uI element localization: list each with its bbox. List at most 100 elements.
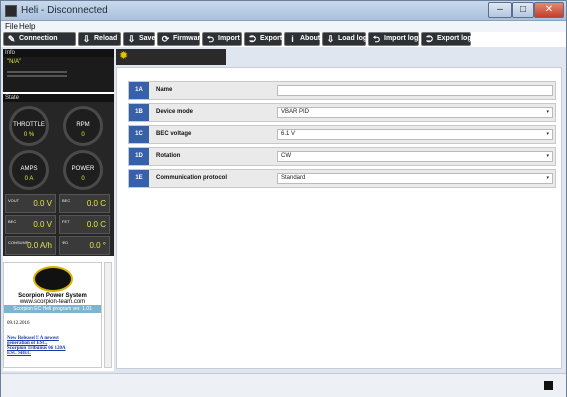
- import-label: Import: [218, 35, 240, 42]
- export-log-icon: ⮊: [426, 34, 433, 44]
- main-panel: ✹ 1A Name 1B Device mode VBAR PID ▾ 1C BE…: [116, 49, 562, 371]
- menu-help[interactable]: Help: [19, 21, 35, 32]
- import-log-button[interactable]: ⮌ Import log: [368, 32, 419, 46]
- param-row: 1C BEC voltage 6.1 V ▾: [128, 125, 556, 144]
- about-icon: i: [291, 34, 294, 44]
- toolbar: ✎ Connection ⇩ Reload ⇩ Save ⟳ Firmware ⮌ Imp…: [1, 32, 566, 47]
- advertisement-panel: Scorpion Power System www.scorpion-team.…: [3, 262, 102, 368]
- cell-key: BEC: [62, 198, 71, 203]
- close-button[interactable]: ✕: [534, 2, 564, 18]
- throttle-gauge: THROTTLE 0 %: [9, 106, 49, 146]
- cell-key: ΦD: [62, 240, 69, 245]
- param-row: 1D Rotation CW ▾: [128, 147, 556, 166]
- left-panel: Info "N/A" State THROTTLE 0 % RPM 0 AMPS 0 …: [3, 49, 114, 371]
- minimize-button[interactable]: –: [488, 2, 512, 18]
- param-id: 1B: [129, 104, 149, 121]
- bec-voltage-select[interactable]: 6.1 V ▾: [277, 129, 553, 140]
- gauge-value: 0 %: [23, 132, 35, 138]
- consumption-cell: CONSUMP 0.0 A/h: [5, 236, 56, 255]
- save-icon: ⇩: [127, 34, 136, 44]
- chevron-down-icon: ▾: [546, 175, 549, 181]
- chevron-down-icon: ▾: [546, 109, 549, 115]
- cell-key: FET: [62, 219, 70, 224]
- select-value: CW: [281, 153, 291, 159]
- info-line: [7, 71, 67, 73]
- about-label: About: [300, 35, 321, 42]
- fet-temp-cell: FET 0.0 C: [59, 215, 110, 234]
- export-log-button[interactable]: ⮊ Export log: [421, 32, 472, 46]
- parameters-panel: 1A Name 1B Device mode VBAR PID ▾ 1C BEC …: [116, 67, 562, 369]
- connection-status-indicator: [544, 381, 553, 390]
- news-date: 09.12.2016: [7, 321, 30, 326]
- chevron-down-icon: ▾: [546, 131, 549, 137]
- load-log-label: Load log: [338, 35, 368, 42]
- param-label: BEC voltage: [156, 131, 192, 137]
- scorpion-logo: [32, 266, 73, 292]
- load-log-button[interactable]: ⇩ Load log: [322, 32, 368, 46]
- reload-icon: ⇩: [82, 34, 91, 44]
- rpm-gauge: RPM 0: [63, 106, 103, 146]
- cell-key: VOUT: [8, 198, 20, 203]
- cell-value: 0.0 C: [86, 220, 106, 229]
- ad-scrollbar[interactable]: [104, 262, 112, 368]
- reload-button[interactable]: ⇩ Reload: [78, 32, 121, 46]
- connection-icon: ✎: [7, 34, 16, 44]
- export-log-label: Export log: [437, 35, 472, 42]
- state-heading: State: [3, 94, 114, 102]
- news-link[interactable]: New Release!!! A newest generation of ES…: [7, 336, 67, 356]
- export-label: Export: [260, 35, 283, 42]
- app-window: Heli - Disconnected – □ ✕ File Help ✎ Con…: [0, 0, 567, 397]
- power-gauge: POWER 0: [63, 150, 103, 190]
- cell-key: BEC: [8, 219, 17, 224]
- name-input[interactable]: [277, 85, 553, 96]
- select-value: 6.1 V: [281, 131, 296, 137]
- export-icon: ⮊: [249, 34, 256, 44]
- cell-value: 0.0 C: [86, 199, 106, 208]
- app-icon: [5, 5, 17, 17]
- gauge-value: 0: [81, 132, 85, 138]
- gauge-label: AMPS: [20, 166, 38, 172]
- connection-label: Connection: [19, 35, 58, 42]
- maximize-button[interactable]: □: [512, 2, 534, 18]
- gauge-value: 0 A: [24, 176, 34, 182]
- status-bar: [1, 373, 566, 397]
- import-button[interactable]: ⮌ Import: [202, 32, 242, 46]
- param-id: 1E: [129, 170, 149, 187]
- info-box: "N/A": [3, 57, 114, 94]
- program-version: Scorpion EC Heli program ver. 1.01: [4, 305, 101, 313]
- reload-label: Reload: [94, 35, 118, 42]
- device-mode-select[interactable]: VBAR PID ▾: [277, 107, 553, 118]
- load-log-icon: ⇩: [326, 34, 335, 44]
- cell-key: CONSUMP: [8, 240, 29, 245]
- connection-button[interactable]: ✎ Connection: [3, 32, 76, 46]
- menu-bar: File Help: [1, 21, 566, 32]
- rotation-select[interactable]: CW ▾: [277, 151, 553, 162]
- title-bar: Heli - Disconnected – □ ✕: [1, 1, 566, 21]
- export-button[interactable]: ⮊ Export: [244, 32, 282, 46]
- cell-value: 0.0 A/h: [27, 241, 52, 250]
- amps-gauge: AMPS 0 A: [9, 150, 49, 190]
- info-heading: Info: [3, 49, 114, 57]
- param-id: 1C: [129, 126, 149, 143]
- gauge-label: RPM: [76, 122, 90, 128]
- info-value: "N/A": [7, 59, 22, 65]
- bec-temp-cell: BEC 0.0 C: [59, 194, 110, 213]
- param-label: Device mode: [156, 109, 194, 115]
- select-value: VBAR PID: [281, 109, 310, 115]
- bec-voltage-cell: BEC 0.0 V: [5, 215, 56, 234]
- cell-value: 0.0 V: [33, 199, 52, 208]
- settings-tab-icon[interactable]: ✹: [119, 51, 128, 62]
- firmware-label: Firmware: [173, 35, 205, 42]
- firmware-icon: ⟳: [161, 34, 170, 44]
- param-row: 1E Communication protocol Standard ▾: [128, 169, 556, 188]
- chevron-down-icon: ▾: [546, 153, 549, 159]
- gauge-label: POWER: [71, 166, 95, 172]
- save-button[interactable]: ⇩ Save: [123, 32, 155, 46]
- state-box: THROTTLE 0 % RPM 0 AMPS 0 A POWER 0 VOUT 0.0 …: [3, 102, 114, 256]
- communication-protocol-select[interactable]: Standard ▾: [277, 173, 553, 184]
- info-line: [7, 75, 67, 77]
- menu-file[interactable]: File: [5, 21, 18, 32]
- about-button[interactable]: i About: [284, 32, 320, 46]
- param-label: Communication protocol: [156, 175, 227, 181]
- firmware-button[interactable]: ⟳ Firmware: [157, 32, 204, 46]
